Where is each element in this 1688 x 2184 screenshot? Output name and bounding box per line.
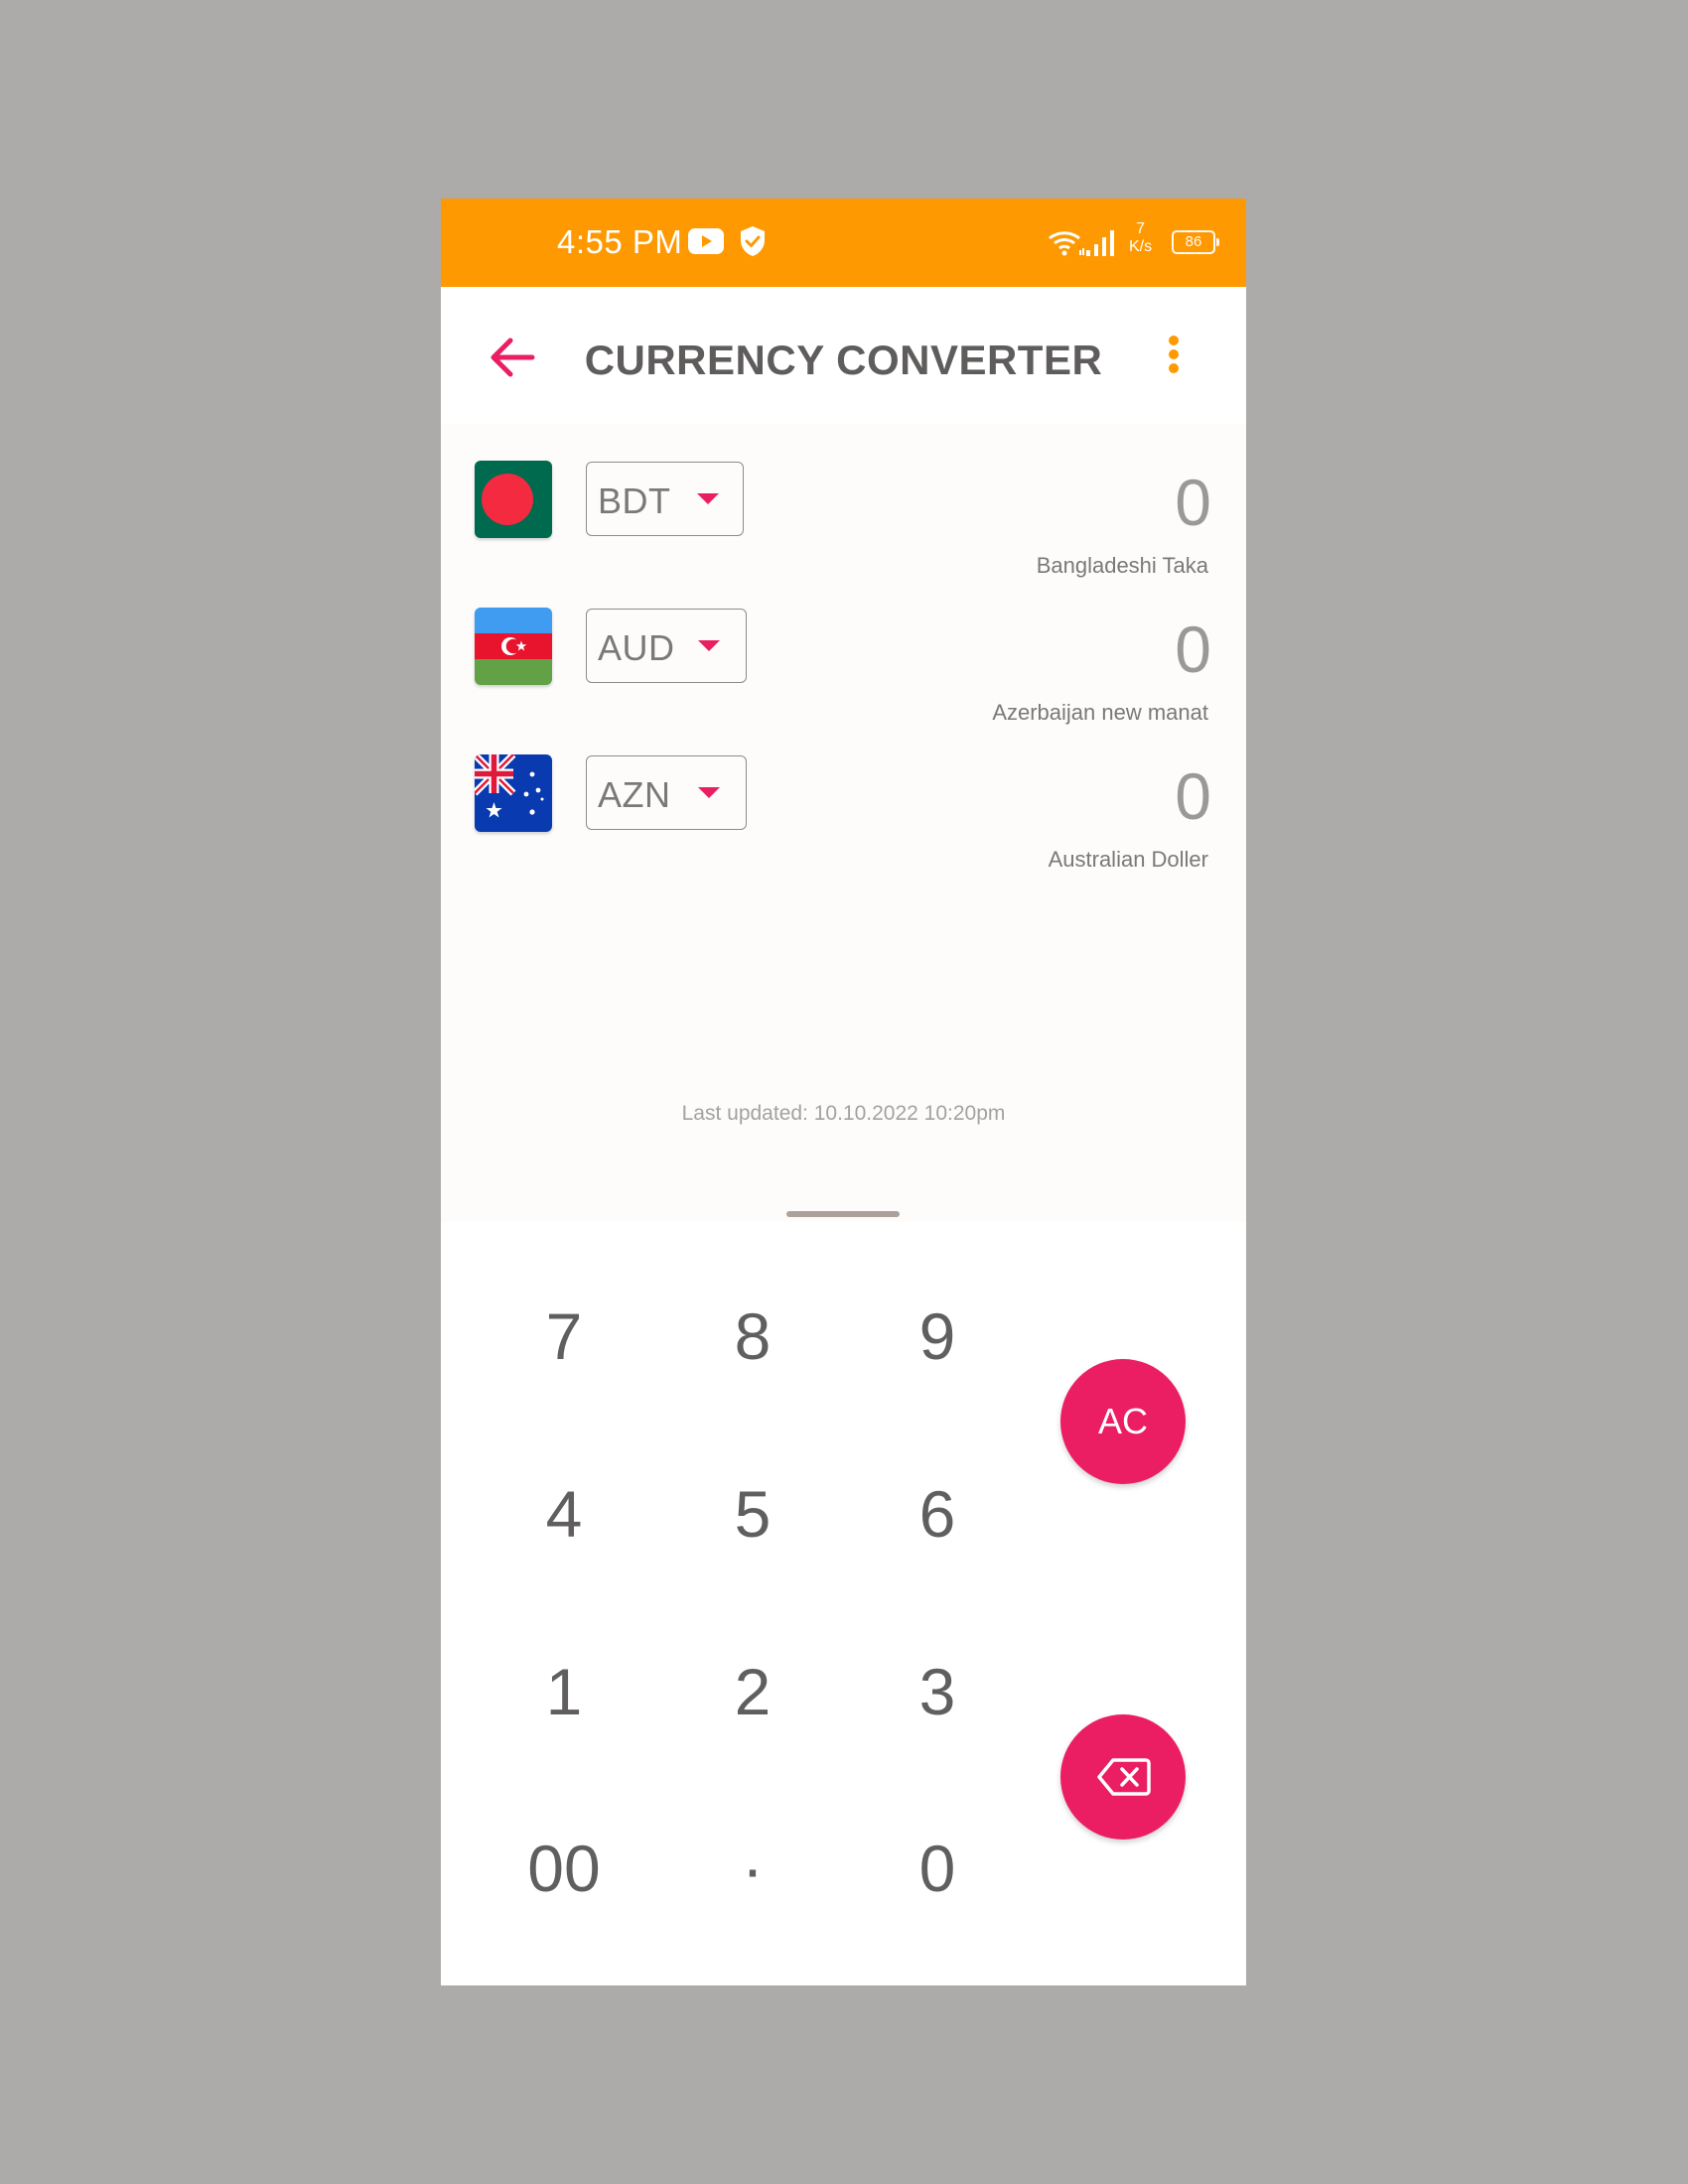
- australia-flag-icon: [475, 754, 552, 832]
- key-3[interactable]: 3: [868, 1632, 1007, 1751]
- caret-down-icon: [697, 493, 719, 504]
- amount-display[interactable]: 0: [1175, 758, 1211, 834]
- azerbaijan-flag-icon: [475, 608, 552, 685]
- shield-check-icon: [739, 225, 767, 262]
- converter-panel: BDT 0 Bangladeshi Taka AUD 0 Azerbaijan …: [441, 424, 1246, 1222]
- caret-down-icon: [698, 787, 720, 798]
- key-1[interactable]: 1: [494, 1632, 633, 1751]
- currency-code: AUD: [598, 627, 675, 668]
- caret-down-icon: [698, 640, 720, 651]
- key-4[interactable]: 4: [494, 1454, 633, 1573]
- amount-display[interactable]: 0: [1175, 612, 1211, 687]
- key-8[interactable]: 8: [683, 1277, 822, 1396]
- more-vertical-icon: [1169, 336, 1179, 373]
- backspace-icon: [1097, 1758, 1151, 1796]
- currency-name: Azerbaijan new manat: [992, 700, 1208, 725]
- youtube-icon: [688, 228, 724, 259]
- bangladesh-flag-icon: [475, 461, 552, 538]
- currency-code: BDT: [598, 480, 671, 521]
- currency-row-secondary: AUD 0 Azerbaijan new manat: [441, 608, 1246, 754]
- status-time: 4:55 PM: [557, 223, 683, 260]
- currency-code: AZN: [598, 774, 671, 815]
- backspace-button[interactable]: [1060, 1714, 1186, 1840]
- key-2[interactable]: 2: [683, 1632, 822, 1751]
- key-double-zero[interactable]: 00: [494, 1809, 633, 1928]
- currency-select-3[interactable]: AZN: [586, 755, 747, 830]
- currency-row-tertiary: AZN 0 Australian Doller: [441, 754, 1246, 901]
- page-title: CURRENCY CONVERTER: [584, 337, 1103, 383]
- key-0[interactable]: 0: [868, 1809, 1007, 1928]
- status-bar: 4:55 PM 7 K/s 86: [441, 199, 1246, 287]
- currency-row-primary: BDT 0 Bangladeshi Taka: [441, 461, 1246, 608]
- key-6[interactable]: 6: [868, 1454, 1007, 1573]
- key-decimal[interactable]: ·: [683, 1809, 822, 1928]
- battery-level: 86: [1185, 233, 1202, 250]
- phone-screen: 4:55 PM 7 K/s 86 CURRENCY CONVERTER BDT …: [441, 199, 1246, 1985]
- network-speed: 7 K/s: [1129, 220, 1153, 255]
- currency-select-2[interactable]: AUD: [586, 609, 747, 683]
- drag-handle[interactable]: [786, 1211, 900, 1217]
- wifi-icon: [1047, 228, 1086, 263]
- currency-select-1[interactable]: BDT: [586, 462, 744, 536]
- battery-icon: 86: [1172, 230, 1219, 254]
- key-7[interactable]: 7: [494, 1277, 633, 1396]
- currency-name: Bangladeshi Taka: [1036, 553, 1208, 578]
- key-9[interactable]: 9: [868, 1277, 1007, 1396]
- keypad: 7 8 9 4 5 6 1 2 3 00 · 0 AC: [441, 1222, 1246, 1985]
- amount-display[interactable]: 0: [1175, 465, 1211, 540]
- currency-name: Australian Doller: [1048, 847, 1208, 872]
- last-updated-text: Last updated: 10.10.2022 10:20pm: [681, 1102, 1006, 1125]
- key-5[interactable]: 5: [683, 1454, 822, 1573]
- signal-icon: [1084, 228, 1118, 263]
- more-options-button[interactable]: [1162, 334, 1186, 383]
- app-bar: CURRENCY CONVERTER: [441, 287, 1246, 424]
- clear-all-button[interactable]: AC: [1060, 1359, 1186, 1484]
